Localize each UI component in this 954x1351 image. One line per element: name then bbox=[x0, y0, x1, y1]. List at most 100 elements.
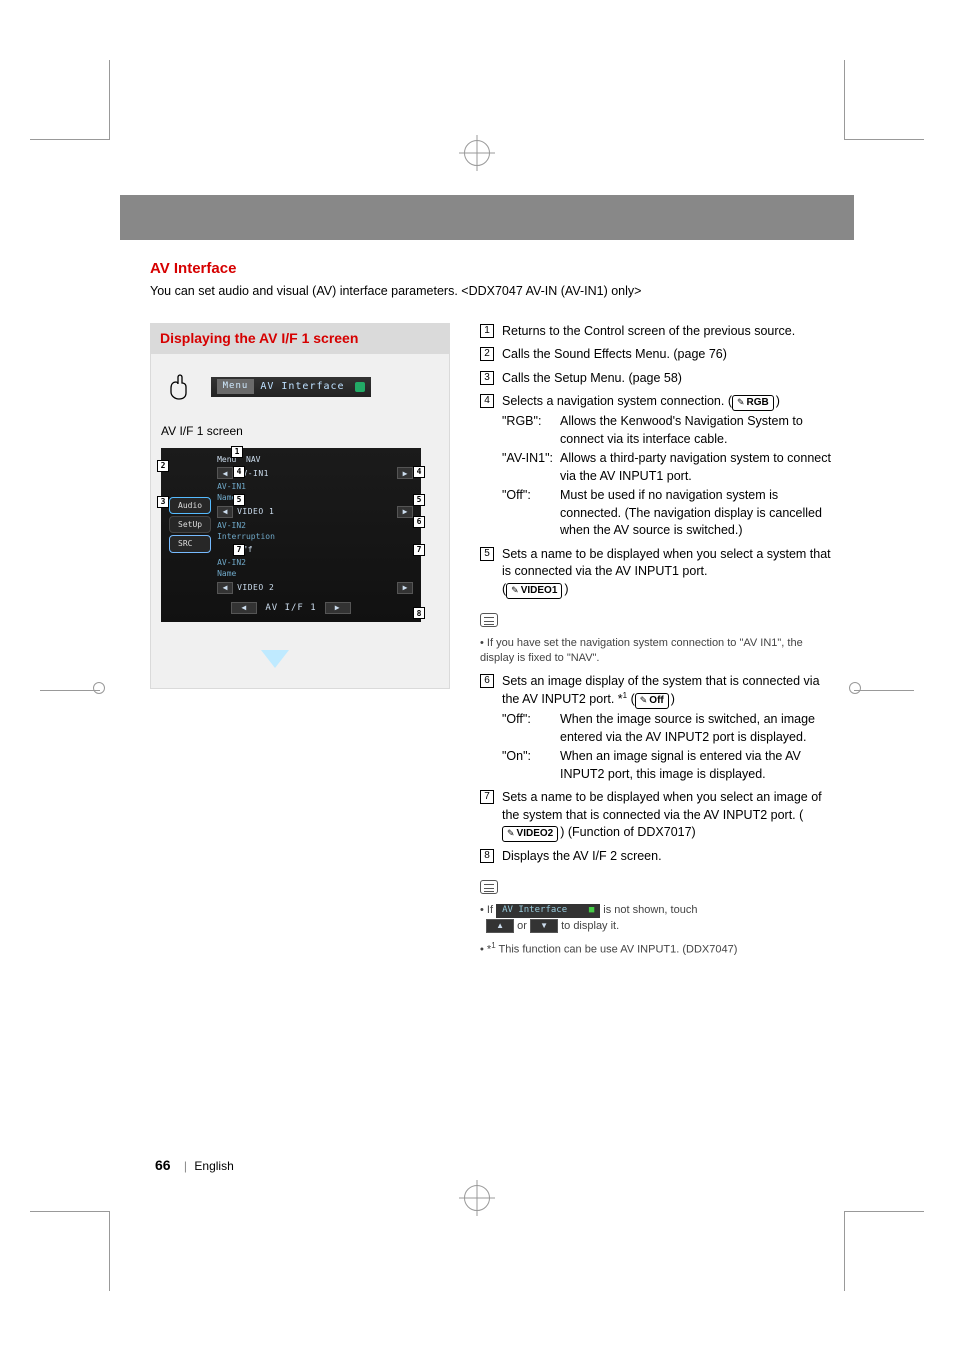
row4-label: AV-IN2 bbox=[217, 558, 246, 567]
callout-7l: 7 bbox=[233, 544, 245, 556]
row2-label: AV-IN1 bbox=[217, 482, 246, 491]
right-arrow-icon: ▶ bbox=[397, 582, 413, 594]
page-number: 66 bbox=[155, 1157, 171, 1173]
hand-icon bbox=[161, 366, 197, 407]
crop-mark-tl bbox=[30, 60, 110, 140]
num-4: 4 bbox=[480, 394, 494, 408]
note-icon bbox=[480, 880, 498, 894]
screenshot-caption: AV I/F 1 screen bbox=[161, 423, 439, 440]
tab-src: SRC bbox=[169, 535, 211, 552]
num-2: 2 bbox=[480, 347, 494, 361]
callout-5l: 5 bbox=[233, 494, 245, 506]
opt6-on-key: "On": bbox=[502, 748, 554, 783]
gutter-mark-left bbox=[40, 690, 100, 691]
registration-mark-bottom bbox=[464, 1185, 490, 1211]
item-5: Sets a name to be displayed when you sel… bbox=[502, 546, 834, 599]
row2-value: VIDEO 1 bbox=[237, 506, 274, 517]
item-3: Calls the Setup Menu. (page 58) bbox=[502, 370, 834, 388]
right-arrow-icon: ▶ bbox=[397, 467, 413, 479]
opt-rgb-val: Allows the Kenwood's Navigation System t… bbox=[560, 413, 834, 448]
nav-label: NAV bbox=[246, 455, 260, 464]
num-7: 7 bbox=[480, 790, 494, 804]
default-video1: VIDEO1 bbox=[506, 583, 562, 599]
opt-off-key: "Off": bbox=[502, 487, 554, 540]
row4-value: VIDEO 2 bbox=[237, 582, 274, 593]
left-arrow-icon: ◀ bbox=[217, 467, 233, 479]
note-5: • If you have set the navigation system … bbox=[480, 636, 834, 667]
left-column: Displaying the AV I/F 1 screen Menu AV I… bbox=[150, 323, 450, 965]
default-video2: VIDEO2 bbox=[502, 826, 558, 842]
right-arrow-icon: ▶ bbox=[397, 506, 413, 518]
bottom-left-arrow-icon: ◀ bbox=[231, 602, 257, 614]
right-column: 1 Returns to the Control screen of the pr… bbox=[480, 323, 834, 965]
note-8b: • *1 This function can be use AV INPUT1.… bbox=[480, 940, 834, 958]
page-footer: 66 | English bbox=[155, 1156, 234, 1176]
device-screenshot: 1 Audio SetUp SRC Menu NAV bbox=[161, 448, 421, 622]
tab-setup: SetUp bbox=[169, 516, 211, 533]
item-2: Calls the Sound Effects Menu. (page 76) bbox=[502, 346, 834, 364]
callout-2: 2 bbox=[157, 460, 169, 472]
callout-4r: 4 bbox=[413, 466, 425, 478]
section-title: AV Interface bbox=[150, 258, 834, 279]
opt6-off-val: When the image source is switched, an im… bbox=[560, 711, 834, 746]
item-5-text: Sets a name to be displayed when you sel… bbox=[502, 547, 831, 579]
menu-button-label: Menu bbox=[217, 379, 255, 394]
crop-mark-br bbox=[844, 1211, 924, 1291]
num-3: 3 bbox=[480, 371, 494, 385]
default-off: Off bbox=[635, 693, 669, 709]
item-4: Selects a navigation system connection. … bbox=[502, 393, 834, 540]
opt-avin1-key: "AV-IN1": bbox=[502, 450, 554, 485]
num-6: 6 bbox=[480, 674, 494, 688]
item-6-tail: ) bbox=[671, 692, 675, 706]
header-gray-bar bbox=[120, 195, 854, 240]
menu-strip-indicator bbox=[355, 382, 365, 392]
item-6-open: ( bbox=[627, 692, 635, 706]
down-arrow-icon: ▼ bbox=[530, 919, 558, 933]
crop-mark-bl bbox=[30, 1211, 110, 1291]
num-5: 5 bbox=[480, 547, 494, 561]
opt-avin1-val: Allows a third-party navigation system t… bbox=[560, 450, 834, 485]
note-8a: • If AV Interface ■ is not shown, touch … bbox=[480, 903, 834, 934]
tab-audio: Audio bbox=[169, 497, 211, 514]
num-8: 8 bbox=[480, 849, 494, 863]
opt-off-val: Must be used if no navigation system is … bbox=[560, 487, 834, 540]
row4-sub: Name bbox=[217, 569, 236, 578]
callout-1: 1 bbox=[231, 446, 243, 458]
item-4-lead: Selects a navigation system connection. … bbox=[502, 394, 732, 408]
bottom-label: AV I/F 1 bbox=[265, 602, 316, 615]
default-rgb: RGB bbox=[732, 395, 774, 411]
num-1: 1 bbox=[480, 324, 494, 338]
item-6: Sets an image display of the system that… bbox=[502, 673, 834, 784]
item-8: Displays the AV I/F 2 screen. bbox=[502, 848, 834, 866]
panel-heading: Displaying the AV I/F 1 screen bbox=[150, 323, 450, 355]
opt6-off-key: "Off": bbox=[502, 711, 554, 746]
panel-body: Menu AV Interface AV I/F 1 screen 1 Audi… bbox=[150, 354, 450, 689]
callout-6: 6 bbox=[413, 516, 425, 528]
opt-rgb-key: "RGB": bbox=[502, 413, 554, 448]
page-content: AV Interface You can set audio and visua… bbox=[150, 258, 834, 964]
continue-arrow-icon bbox=[261, 650, 289, 668]
gutter-mark-right bbox=[854, 690, 914, 691]
footer-separator: | bbox=[184, 1159, 187, 1173]
up-arrow-icon: ▲ bbox=[486, 919, 514, 933]
row3-label: AV-IN2 bbox=[217, 521, 246, 530]
footer-language: English bbox=[194, 1159, 233, 1173]
mini-av-interface-bar: AV Interface ■ bbox=[496, 904, 600, 918]
crop-mark-tr bbox=[844, 60, 924, 140]
callout-8: 8 bbox=[413, 607, 425, 619]
item-7-tail: ) (Function of DDX7017) bbox=[560, 825, 695, 839]
item-7: Sets a name to be displayed when you sel… bbox=[502, 789, 834, 842]
registration-mark-top bbox=[464, 140, 490, 166]
left-arrow-icon: ◀ bbox=[217, 506, 233, 518]
bottom-right-arrow-icon: ▶ bbox=[325, 602, 351, 614]
section-subtitle: You can set audio and visual (AV) interf… bbox=[150, 283, 834, 301]
item-7-text: Sets a name to be displayed when you sel… bbox=[502, 790, 822, 822]
item-1: Returns to the Control screen of the pre… bbox=[502, 323, 834, 341]
opt6-on-val: When an image signal is entered via the … bbox=[560, 748, 834, 783]
left-arrow-icon: ◀ bbox=[217, 582, 233, 594]
note-icon bbox=[480, 613, 498, 627]
row3-sub: Interruption bbox=[217, 532, 275, 541]
callout-3: 3 bbox=[157, 496, 169, 508]
callout-7r: 7 bbox=[413, 544, 425, 556]
callout-4l: 4 bbox=[233, 466, 245, 478]
